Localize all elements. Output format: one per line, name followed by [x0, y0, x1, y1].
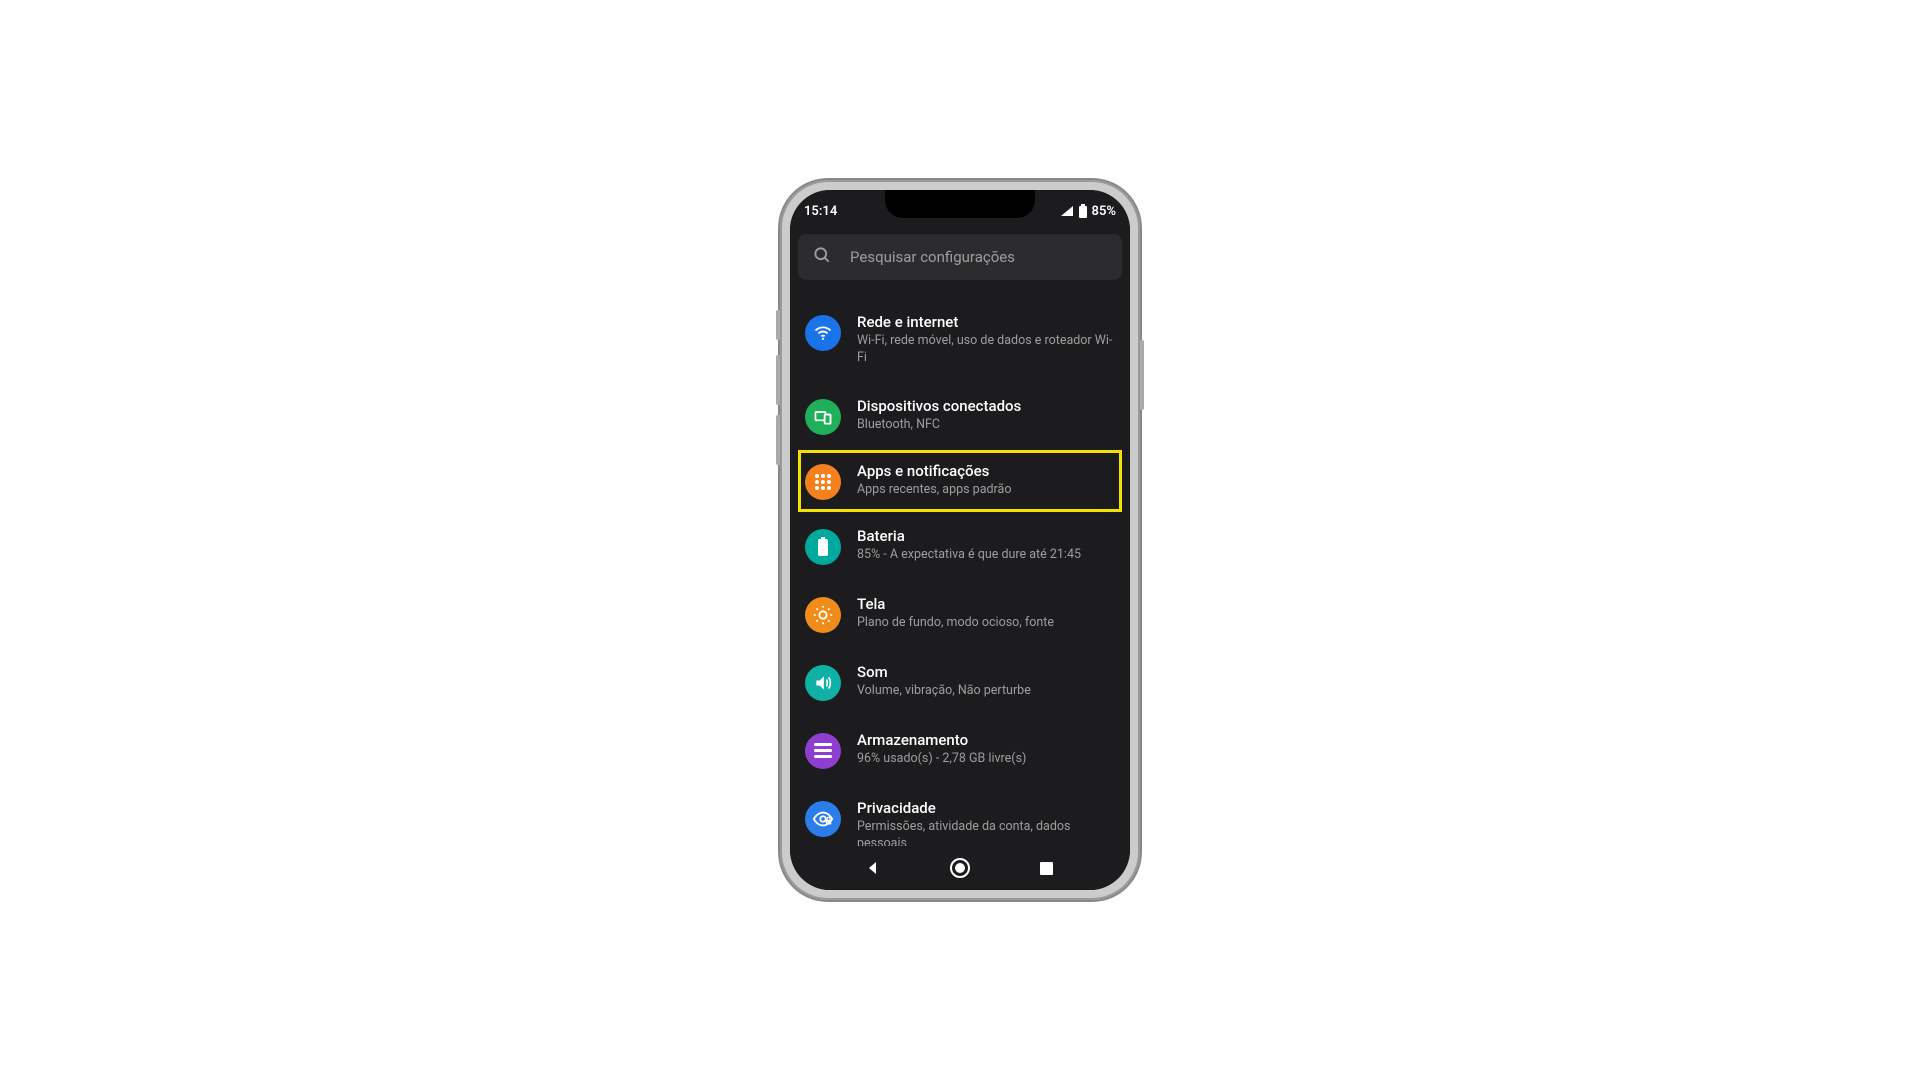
settings-item-text: Privacidade Permissões, atividade da cont… — [857, 799, 1115, 846]
settings-item-sound[interactable]: Som Volume, vibração, Não perturbe — [798, 648, 1122, 716]
phone-frame: 15:14 85% — [780, 180, 1140, 900]
settings-item-subtitle: 85% - A expectativa é que dure até 21:45 — [857, 547, 1115, 564]
settings-item-text: Dispositivos conectados Bluetooth, NFC — [857, 397, 1115, 434]
side-button — [1140, 340, 1144, 410]
settings-item-title: Armazenamento — [857, 731, 1115, 749]
devices-icon — [805, 399, 841, 435]
signal-icon — [1060, 205, 1074, 217]
display-icon — [805, 597, 841, 633]
settings-item-title: Tela — [857, 595, 1115, 613]
settings-item-privacy[interactable]: Privacidade Permissões, atividade da cont… — [798, 784, 1122, 846]
settings-item-title: Apps e notificações — [857, 462, 1115, 480]
nav-back-button[interactable] — [853, 848, 893, 888]
nav-recents-button[interactable] — [1027, 848, 1067, 888]
side-button — [776, 415, 780, 465]
settings-item-subtitle: Bluetooth, NFC — [857, 417, 1115, 434]
status-right: 85% — [1060, 204, 1116, 219]
settings-item-text: Apps e notificações Apps recentes, apps p… — [857, 462, 1115, 499]
settings-item-connected[interactable]: Dispositivos conectados Bluetooth, NFC — [798, 382, 1122, 450]
settings-item-subtitle: Wi-Fi, rede móvel, uso de dados e rotead… — [857, 333, 1115, 367]
settings-item-subtitle: Volume, vibração, Não perturbe — [857, 683, 1115, 700]
settings-item-subtitle: Plano de fundo, modo ocioso, fonte — [857, 615, 1115, 632]
screen: 15:14 85% — [790, 190, 1130, 890]
settings-item-text: Tela Plano de fundo, modo ocioso, fonte — [857, 595, 1115, 632]
side-button — [776, 355, 780, 405]
search-bar[interactable]: Pesquisar configurações — [798, 234, 1122, 280]
privacy-icon — [805, 801, 841, 837]
settings-item-display[interactable]: Tela Plano de fundo, modo ocioso, fonte — [798, 580, 1122, 648]
settings-item-subtitle: Permissões, atividade da conta, dados pe… — [857, 819, 1115, 846]
settings-list: Rede e internet Wi-Fi, rede móvel, uso de… — [798, 298, 1122, 846]
navigation-bar — [790, 846, 1130, 890]
storage-icon — [805, 733, 841, 769]
settings-item-text: Armazenamento 96% usado(s) - 2,78 GB livr… — [857, 731, 1115, 768]
settings-item-title: Som — [857, 663, 1115, 681]
settings-content: Pesquisar configurações Rede e internet W… — [790, 226, 1130, 846]
battery-icon — [1078, 204, 1088, 218]
settings-item-subtitle: 96% usado(s) - 2,78 GB livre(s) — [857, 751, 1115, 768]
settings-item-text: Som Volume, vibração, Não perturbe — [857, 663, 1115, 700]
phone-notch — [885, 190, 1035, 218]
settings-item-title: Privacidade — [857, 799, 1115, 817]
search-placeholder: Pesquisar configurações — [850, 248, 1015, 266]
settings-item-title: Rede e internet — [857, 313, 1115, 331]
search-icon — [812, 245, 832, 269]
settings-item-battery[interactable]: Bateria 85% - A expectativa é que dure at… — [798, 512, 1122, 580]
settings-item-apps[interactable]: Apps e notificações Apps recentes, apps p… — [798, 450, 1122, 512]
sound-icon — [805, 665, 841, 701]
apps-icon — [805, 464, 841, 500]
settings-item-subtitle: Apps recentes, apps padrão — [857, 482, 1115, 499]
settings-item-title: Dispositivos conectados — [857, 397, 1115, 415]
wifi-icon — [805, 315, 841, 351]
nav-home-button[interactable] — [940, 848, 980, 888]
status-time: 15:14 — [804, 204, 837, 219]
settings-item-storage[interactable]: Armazenamento 96% usado(s) - 2,78 GB livr… — [798, 716, 1122, 784]
battery-percent: 85% — [1092, 204, 1116, 219]
settings-item-network[interactable]: Rede e internet Wi-Fi, rede móvel, uso de… — [798, 298, 1122, 382]
settings-item-text: Rede e internet Wi-Fi, rede móvel, uso de… — [857, 313, 1115, 367]
battery-icon — [805, 529, 841, 565]
settings-item-title: Bateria — [857, 527, 1115, 545]
settings-item-text: Bateria 85% - A expectativa é que dure at… — [857, 527, 1115, 564]
side-button — [776, 310, 780, 340]
